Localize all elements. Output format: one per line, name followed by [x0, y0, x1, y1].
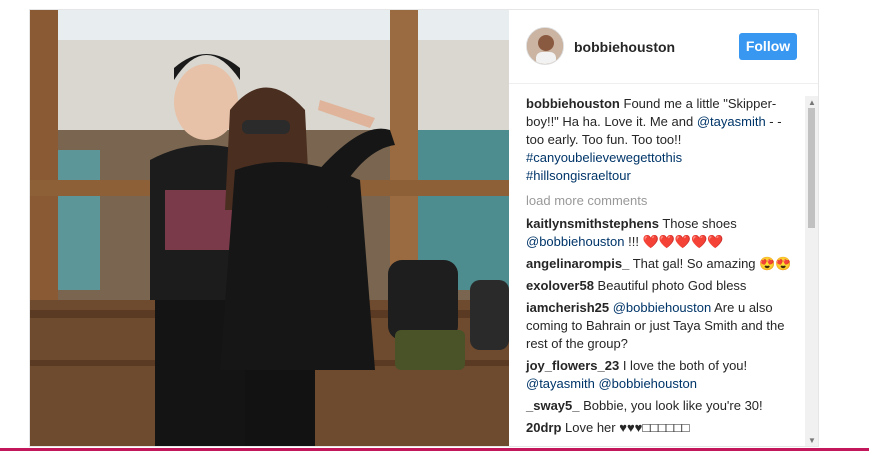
avatar[interactable]: [526, 27, 564, 65]
comment: _sway5_ Bobbie, you look like you're 30!: [526, 397, 798, 415]
comment-mention[interactable]: @tayasmith @bobbiehouston: [526, 376, 697, 391]
comment-mention[interactable]: @bobbiehouston: [613, 300, 712, 315]
comment-text: That gal! So amazing 😍😍: [629, 256, 792, 271]
follow-button[interactable]: Follow: [739, 33, 797, 60]
photo-illustration: [30, 10, 509, 446]
post-caption: bobbiehouston Found me a little "Skipper…: [526, 95, 798, 185]
comment-text-tail: !!! ❤️❤️❤️❤️❤️: [624, 234, 724, 249]
comments-scrollbar[interactable]: ▲ ▼: [805, 96, 818, 446]
comment-mention[interactable]: @bobbiehouston: [526, 234, 625, 249]
post-card: bobbiehouston Follow bobbiehouston Found…: [29, 9, 819, 447]
comment-text: Those shoes: [658, 216, 737, 231]
avatar-image: [527, 28, 563, 64]
post-sidebar: bobbiehouston Follow bobbiehouston Found…: [509, 10, 818, 446]
comment: iamcherish25 @bobbiehouston Are u also c…: [526, 299, 798, 353]
comment-username[interactable]: kaitlynsmithstephens: [526, 216, 659, 231]
scrollbar-thumb[interactable]: [808, 108, 815, 228]
comments-feed: bobbiehouston Found me a little "Skipper…: [509, 85, 804, 445]
load-more-comments-link[interactable]: load more comments: [526, 192, 804, 210]
triangle-up-icon[interactable]: ▲: [808, 98, 816, 107]
comment-text: Bobbie, you look like you're 30!: [579, 398, 763, 413]
post-header: bobbiehouston Follow: [509, 10, 818, 84]
caption-mention[interactable]: @tayasmith: [697, 114, 766, 129]
post-photo[interactable]: [30, 10, 509, 446]
comment-username[interactable]: 20drp: [526, 420, 561, 435]
comment-username[interactable]: joy_flowers_23: [526, 358, 619, 373]
comment-username[interactable]: iamcherish25: [526, 300, 609, 315]
hashtag-link[interactable]: #canyoubelievewegettothis: [526, 149, 798, 167]
comment-username[interactable]: _sway5_: [526, 398, 580, 413]
header-username[interactable]: bobbiehouston: [574, 39, 675, 55]
triangle-down-icon[interactable]: ▼: [808, 436, 816, 445]
comment-username[interactable]: exolover58: [526, 278, 594, 293]
comment: joy_flowers_23 I love the both of you! @…: [526, 357, 798, 393]
comment: kaitlynsmithstephens Those shoes @bobbie…: [526, 215, 798, 251]
comment-text: I love the both of you!: [619, 358, 748, 373]
comment-username[interactable]: angelinarompis_: [526, 256, 629, 271]
hashtag-link[interactable]: #hillsongisraeltour: [526, 167, 798, 185]
comment-text: Beautiful photo God bless: [593, 278, 747, 293]
comment-text: Love her ♥♥♥□□□□□□: [561, 420, 690, 435]
comment: exolover58 Beautiful photo God bless: [526, 277, 798, 295]
caption-username[interactable]: bobbiehouston: [526, 96, 620, 111]
comment: angelinarompis_ That gal! So amazing 😍😍: [526, 255, 798, 273]
comment: 20drp Love her ♥♥♥□□□□□□: [526, 419, 798, 437]
accent-divider: [0, 448, 869, 451]
